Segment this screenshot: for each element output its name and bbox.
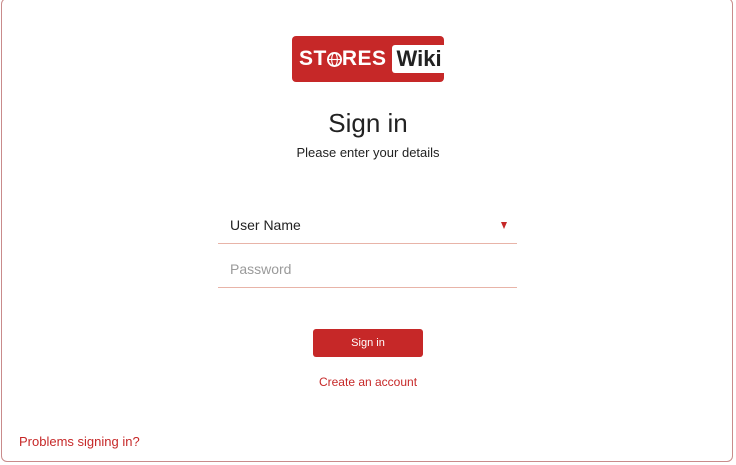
page-subtitle: Please enter your details (296, 145, 440, 160)
page-title: Sign in (328, 108, 408, 138)
globe-icon (326, 51, 342, 67)
logo-stores-text: ST RES (299, 47, 387, 71)
stores-wiki-logo: ST RES Wiki (292, 36, 447, 82)
sign-in-button[interactable]: Sign in (313, 329, 423, 357)
problems-signing-in-link[interactable]: Problems signing in? (19, 434, 140, 449)
username-value: User Name (230, 217, 301, 233)
password-field[interactable]: Password (218, 256, 517, 288)
caret-down-icon[interactable] (501, 222, 507, 229)
logo-wiki-text: Wiki (391, 45, 447, 73)
create-account-link[interactable]: Create an account (0, 375, 736, 389)
logo-stores-prefix: ST (299, 47, 327, 70)
username-dropdown[interactable]: User Name (218, 212, 517, 244)
logo-stores-suffix: RES (341, 47, 387, 70)
password-placeholder: Password (230, 261, 292, 277)
